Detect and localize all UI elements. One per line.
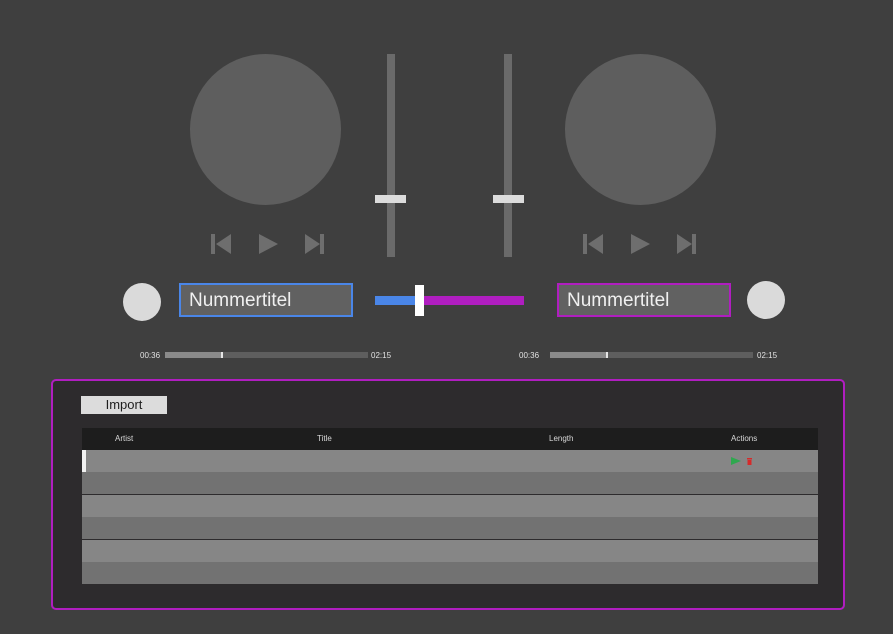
left-elapsed-time: 00:36 <box>140 351 161 360</box>
right-progress-bar[interactable] <box>550 352 753 358</box>
row-actions <box>731 457 752 465</box>
table-row[interactable] <box>82 517 818 540</box>
column-length[interactable]: Length <box>549 428 573 450</box>
left-previous-icon[interactable] <box>211 234 231 254</box>
left-total-time: 02:15 <box>371 351 392 360</box>
right-volume-slider[interactable] <box>504 54 512 257</box>
left-cue-button[interactable] <box>123 283 161 321</box>
right-cue-button[interactable] <box>747 281 785 319</box>
table-row[interactable] <box>82 494 818 517</box>
left-volume-handle[interactable] <box>375 195 406 203</box>
table-row[interactable] <box>82 450 818 472</box>
play-icon[interactable] <box>731 457 741 465</box>
table-header: Artist Title Length Actions <box>82 428 818 450</box>
column-artist[interactable]: Artist <box>115 428 133 450</box>
left-turntable[interactable] <box>190 54 341 205</box>
left-progress-bar[interactable] <box>165 352 368 358</box>
table-row[interactable] <box>82 562 818 584</box>
right-turntable[interactable] <box>565 54 716 205</box>
table-row[interactable] <box>82 539 818 562</box>
left-track-title: Nummertitel <box>179 283 353 317</box>
column-actions: Actions <box>731 434 758 443</box>
left-play-icon[interactable] <box>259 234 278 254</box>
column-title[interactable]: Title <box>317 428 332 450</box>
right-previous-icon[interactable] <box>583 234 603 254</box>
crossfader-handle[interactable] <box>415 285 424 316</box>
delete-icon[interactable] <box>747 458 752 465</box>
right-total-time: 02:15 <box>757 351 778 360</box>
crossfader[interactable] <box>375 285 524 316</box>
import-button[interactable]: Import <box>81 396 167 414</box>
right-transport <box>582 231 698 257</box>
left-volume-slider[interactable] <box>387 54 395 257</box>
right-play-icon[interactable] <box>631 234 650 254</box>
right-volume-handle[interactable] <box>493 195 524 203</box>
left-transport <box>210 231 326 257</box>
table-row[interactable] <box>82 472 818 495</box>
left-next-icon[interactable] <box>305 234 324 254</box>
right-track-title: Nummertitel <box>557 283 731 317</box>
right-next-icon[interactable] <box>677 234 696 254</box>
selected-row-indicator <box>82 450 86 472</box>
right-elapsed-time: 00:36 <box>519 351 540 360</box>
